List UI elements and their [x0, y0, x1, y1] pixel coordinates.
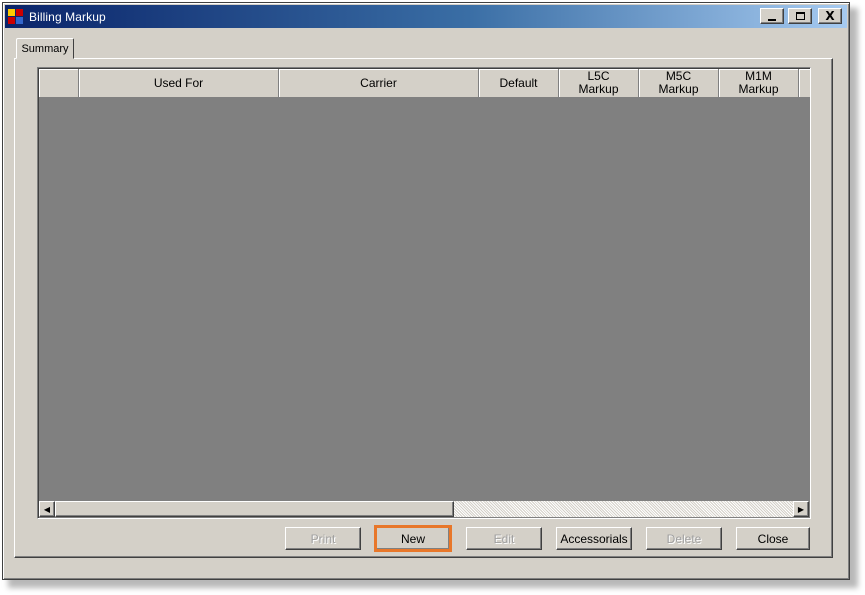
- column-header-l5c-markup[interactable]: L5C Markup: [559, 69, 639, 98]
- column-header-m1m-markup[interactable]: M1M Markup: [719, 69, 799, 98]
- minimize-icon: [768, 19, 776, 21]
- scrollbar-thumb[interactable]: [55, 501, 454, 517]
- print-button[interactable]: Print: [285, 527, 361, 550]
- new-button[interactable]: New: [374, 525, 452, 552]
- minimize-button[interactable]: [760, 8, 784, 24]
- tab-summary[interactable]: Summary: [16, 38, 74, 59]
- column-header-used-for[interactable]: Used For: [79, 69, 279, 98]
- app-window-icon[interactable]: [8, 8, 24, 25]
- arrow-left-icon: ◀: [43, 504, 51, 514]
- title-bar[interactable]: Billing Markup X: [5, 5, 847, 28]
- row-header-column[interactable]: [39, 69, 79, 98]
- close-button[interactable]: Close: [736, 527, 810, 550]
- column-header-default[interactable]: Default: [479, 69, 559, 98]
- grid-header-row: Used For Carrier Default L5C Markup M5C …: [39, 69, 810, 98]
- column-header-overflow[interactable]: [799, 69, 810, 98]
- delete-button[interactable]: Delete: [646, 527, 722, 550]
- close-window-button[interactable]: X: [818, 8, 842, 24]
- maximize-button[interactable]: [788, 8, 812, 24]
- horizontal-scrollbar[interactable]: ◀ ▶: [39, 501, 809, 517]
- scroll-right-button[interactable]: ▶: [793, 501, 809, 517]
- column-header-m5c-markup[interactable]: M5C Markup: [639, 69, 719, 98]
- arrow-right-icon: ▶: [797, 504, 805, 514]
- maximize-icon: [795, 12, 805, 20]
- close-icon: X: [825, 9, 835, 23]
- edit-button[interactable]: Edit: [466, 527, 542, 550]
- window-title: Billing Markup: [29, 9, 106, 24]
- billing-markup-grid[interactable]: Used For Carrier Default L5C Markup M5C …: [37, 67, 811, 519]
- accessorials-button[interactable]: Accessorials: [556, 527, 632, 550]
- scroll-left-button[interactable]: ◀: [39, 501, 55, 517]
- column-header-carrier[interactable]: Carrier: [279, 69, 479, 98]
